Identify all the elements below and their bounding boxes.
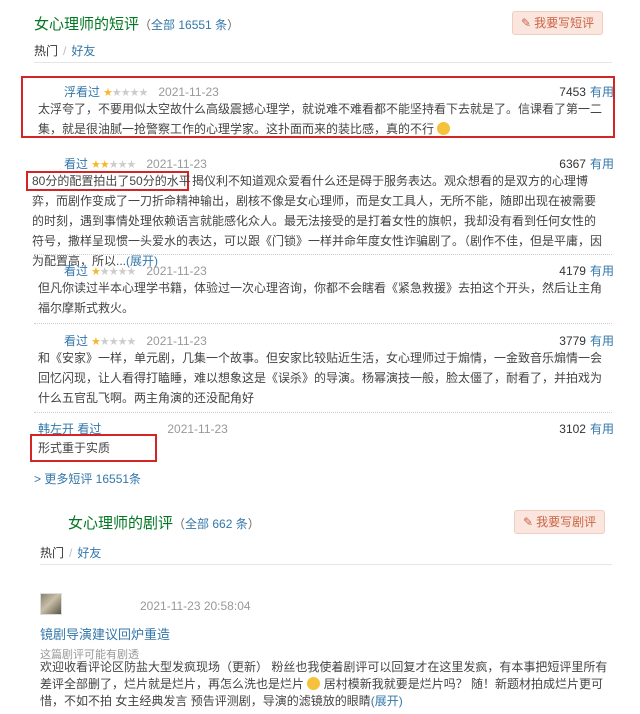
comment-separator <box>34 412 612 413</box>
short-reviews-title: 女心理师的短评（全部 16551 条） <box>34 13 239 34</box>
review-content: 欢迎收看评论区防盐大型发疯现场（更新） 粉丝也我使着剧评可以回复才在这里发疯，有… <box>40 660 608 708</box>
comment-meta: 看过 ★★★★★ 2021-11-23 <box>64 155 207 172</box>
useful-button[interactable]: 有用 <box>590 334 614 348</box>
comment-user[interactable]: 看过 <box>64 157 88 171</box>
vote-count: 3102 <box>559 422 586 436</box>
tab-friends[interactable]: 好友 <box>77 546 101 560</box>
comment-content: 80分的配置拍出了50分的水平 揭仪利不知道观众爱看什么还是碍于服务表达。观众想看… <box>32 171 606 271</box>
comment-meta: 看过 ★★★★★ 2021-11-23 <box>64 332 207 349</box>
comment-date: 2021-11-23 <box>146 334 207 348</box>
write-short-review-label: 我要写短评 <box>534 16 595 30</box>
tab-hot[interactable]: 热门 <box>34 44 58 58</box>
vote-count: 3779 <box>559 334 586 348</box>
all-short-reviews-link[interactable]: 全部 16551 条 <box>151 18 227 32</box>
comment-content: 但凡你读过半本心理学书籍，体验过一次心理咨询，你都不会瞎看《紧急救援》去拍这个开… <box>38 281 603 315</box>
drama-reviews-tabs: 热门 / 好友 <box>40 544 101 561</box>
comment-date: 2021-11-23 <box>167 422 228 436</box>
highlighted-text: 80分的配置拍出了50分的水平 <box>32 174 191 188</box>
vote-count: 4179 <box>559 264 586 278</box>
comment-votes: 3779 有用 <box>559 332 614 349</box>
review-date: 2021-11-23 20:58:04 <box>140 599 251 613</box>
avatar[interactable] <box>40 593 62 615</box>
drama-reviews-divider <box>40 564 612 565</box>
tab-separator: / <box>69 546 73 560</box>
star-rating: ★★★★★ <box>91 159 136 171</box>
comment-separator <box>34 254 612 255</box>
comment-date: 2021-11-23 <box>146 157 207 171</box>
comment-content: 和《安家》一样，单元剧，几集一个故事。但安家比较贴近生活，女心理师过于煽情，一金… <box>38 351 603 405</box>
comment-votes: 6367 有用 <box>559 155 614 172</box>
star-rating: ★★★★★ <box>91 266 136 278</box>
pen-icon: ✎ <box>523 515 534 529</box>
star-rating: ★★★★★ <box>91 336 136 348</box>
drama-reviews-title-text: 女心理师的剧评 <box>68 515 174 532</box>
useful-button[interactable]: 有用 <box>590 85 614 99</box>
comment-user[interactable]: 看过 <box>64 334 88 348</box>
all-drama-reviews-link[interactable]: 全部 662 条 <box>185 517 248 531</box>
star-rating: ★★★★★ <box>103 87 148 99</box>
comment-meta: 看过 ★★★★★ 2021-11-23 <box>64 262 207 279</box>
comment-date: 2021-11-23 <box>146 264 207 278</box>
short-reviews-divider <box>34 62 612 63</box>
useful-button[interactable]: 有用 <box>590 264 614 278</box>
comment-meta: 浮看过 ★★★★★ 2021-11-23 <box>64 83 219 100</box>
comment-votes: 4179 有用 <box>559 262 614 279</box>
drama-reviews-count: （全部 662 条） <box>173 517 260 531</box>
write-drama-review-label: 我要写剧评 <box>536 515 597 529</box>
write-short-review-button[interactable]: ✎ 我要写短评 <box>512 11 604 35</box>
more-short-reviews-link[interactable]: > 更多短评 16551条 <box>34 470 141 487</box>
tab-friends[interactable]: 好友 <box>71 44 95 58</box>
smile-emoji-icon <box>307 677 321 690</box>
pen-icon: ✎ <box>521 16 532 30</box>
comment-votes: 7453 有用 <box>559 83 614 100</box>
vote-count: 6367 <box>559 157 586 171</box>
review-title[interactable]: 镜剧导演建议回炉重造 <box>40 624 170 643</box>
comment-separator <box>34 323 612 324</box>
comment-content: 形式重于实质 <box>38 441 111 455</box>
vote-count: 7453 <box>559 85 586 99</box>
tab-hot[interactable]: 热门 <box>40 546 64 560</box>
smile-emoji-icon <box>437 122 451 135</box>
comment-votes: 3102 有用 <box>559 420 614 437</box>
short-reviews-count: （全部 16551 条） <box>139 18 240 32</box>
useful-button[interactable]: 有用 <box>590 422 614 436</box>
comment-content: 太浮夸了，不要用似太空故什么高级震撼心理学，就说难不难看都不能坚持看下去就是了。… <box>38 102 603 136</box>
tab-separator: / <box>63 44 67 58</box>
useful-button[interactable]: 有用 <box>590 157 614 171</box>
short-reviews-tabs: 热门 / 好友 <box>34 42 95 59</box>
write-drama-review-button[interactable]: ✎ 我要写剧评 <box>514 510 606 534</box>
comment-date: 2021-11-23 <box>158 85 219 99</box>
expand-link[interactable]: (展开) <box>371 694 403 708</box>
comment-user[interactable]: 浮看过 <box>64 85 100 99</box>
comment-user[interactable]: 看过 <box>64 264 88 278</box>
short-reviews-title-text: 女心理师的短评 <box>34 16 140 33</box>
drama-reviews-title: 女心理师的剧评（全部 662 条） <box>68 512 260 533</box>
